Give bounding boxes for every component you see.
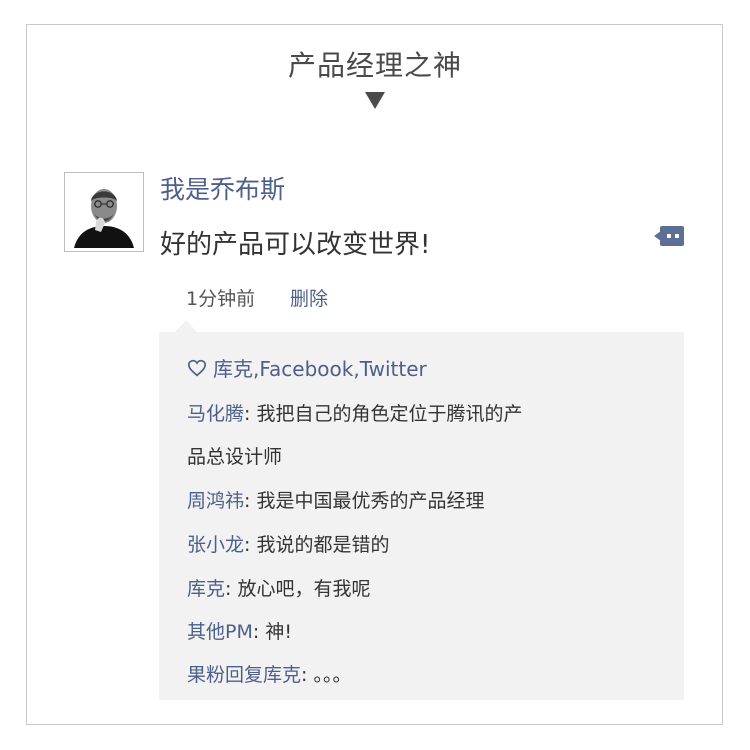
comment-text: 神!	[265, 621, 292, 643]
comment-sep: :	[225, 578, 238, 600]
avatar[interactable]	[64, 172, 144, 252]
post-time: 1分钟前	[186, 288, 256, 310]
likes-names[interactable]: 库克,Facebook,Twitter	[213, 353, 427, 382]
comment-text: 放心吧，有我呢	[237, 578, 371, 600]
comment-line: 其他PM: 神!	[187, 617, 292, 644]
comment-sep: :	[252, 621, 266, 643]
comment-author[interactable]: 周鸿祎	[187, 490, 244, 512]
comment-author[interactable]: 其他PM	[187, 621, 253, 643]
comment-text: 我把自己的角色定位于腾讯的产	[256, 403, 523, 425]
comments-panel	[159, 332, 684, 700]
delete-link[interactable]: 删除	[290, 284, 328, 311]
comment-author[interactable]: 张小龙	[187, 534, 244, 556]
comment-line: 库克: 放心吧，有我呢	[187, 574, 370, 601]
comment-text: 品总设计师	[187, 446, 283, 468]
post-text: 好的产品可以改变世界!	[160, 230, 431, 260]
comment-sep: :	[244, 534, 257, 556]
comment-author[interactable]: 马化腾	[187, 403, 244, 425]
comment-icon[interactable]	[654, 226, 684, 248]
heart-icon[interactable]	[187, 359, 207, 377]
page-title: 产品经理之神	[287, 49, 462, 82]
comment-text: 我是中国最优秀的产品经理	[256, 490, 485, 512]
likes-row: 库克,Facebook,Twitter	[187, 353, 427, 382]
comment-author[interactable]: 果粉回复库克	[187, 664, 301, 686]
comment-sep: :	[301, 664, 314, 686]
panel-caret	[175, 320, 197, 332]
comment-author[interactable]: 库克	[187, 578, 225, 600]
comment-line: 果粉回复库克: 。。。	[187, 660, 351, 687]
comment-line: 品总设计师	[187, 442, 282, 469]
comment-sep: :	[244, 490, 257, 512]
avatar-portrait-icon	[68, 176, 140, 248]
comment-line: 周鸿祎: 我是中国最优秀的产品经理	[187, 486, 484, 513]
down-arrow-icon	[365, 92, 385, 109]
post-username[interactable]: 我是乔布斯	[160, 170, 285, 206]
comment-sep: :	[244, 403, 257, 425]
comment-text: 我说的都是错的	[256, 534, 390, 556]
comment-line: 张小龙: 我说的都是错的	[187, 530, 389, 557]
comment-line: 马化腾: 我把自己的角色定位于腾讯的产	[187, 399, 522, 426]
comment-text: 。。。	[313, 664, 352, 686]
